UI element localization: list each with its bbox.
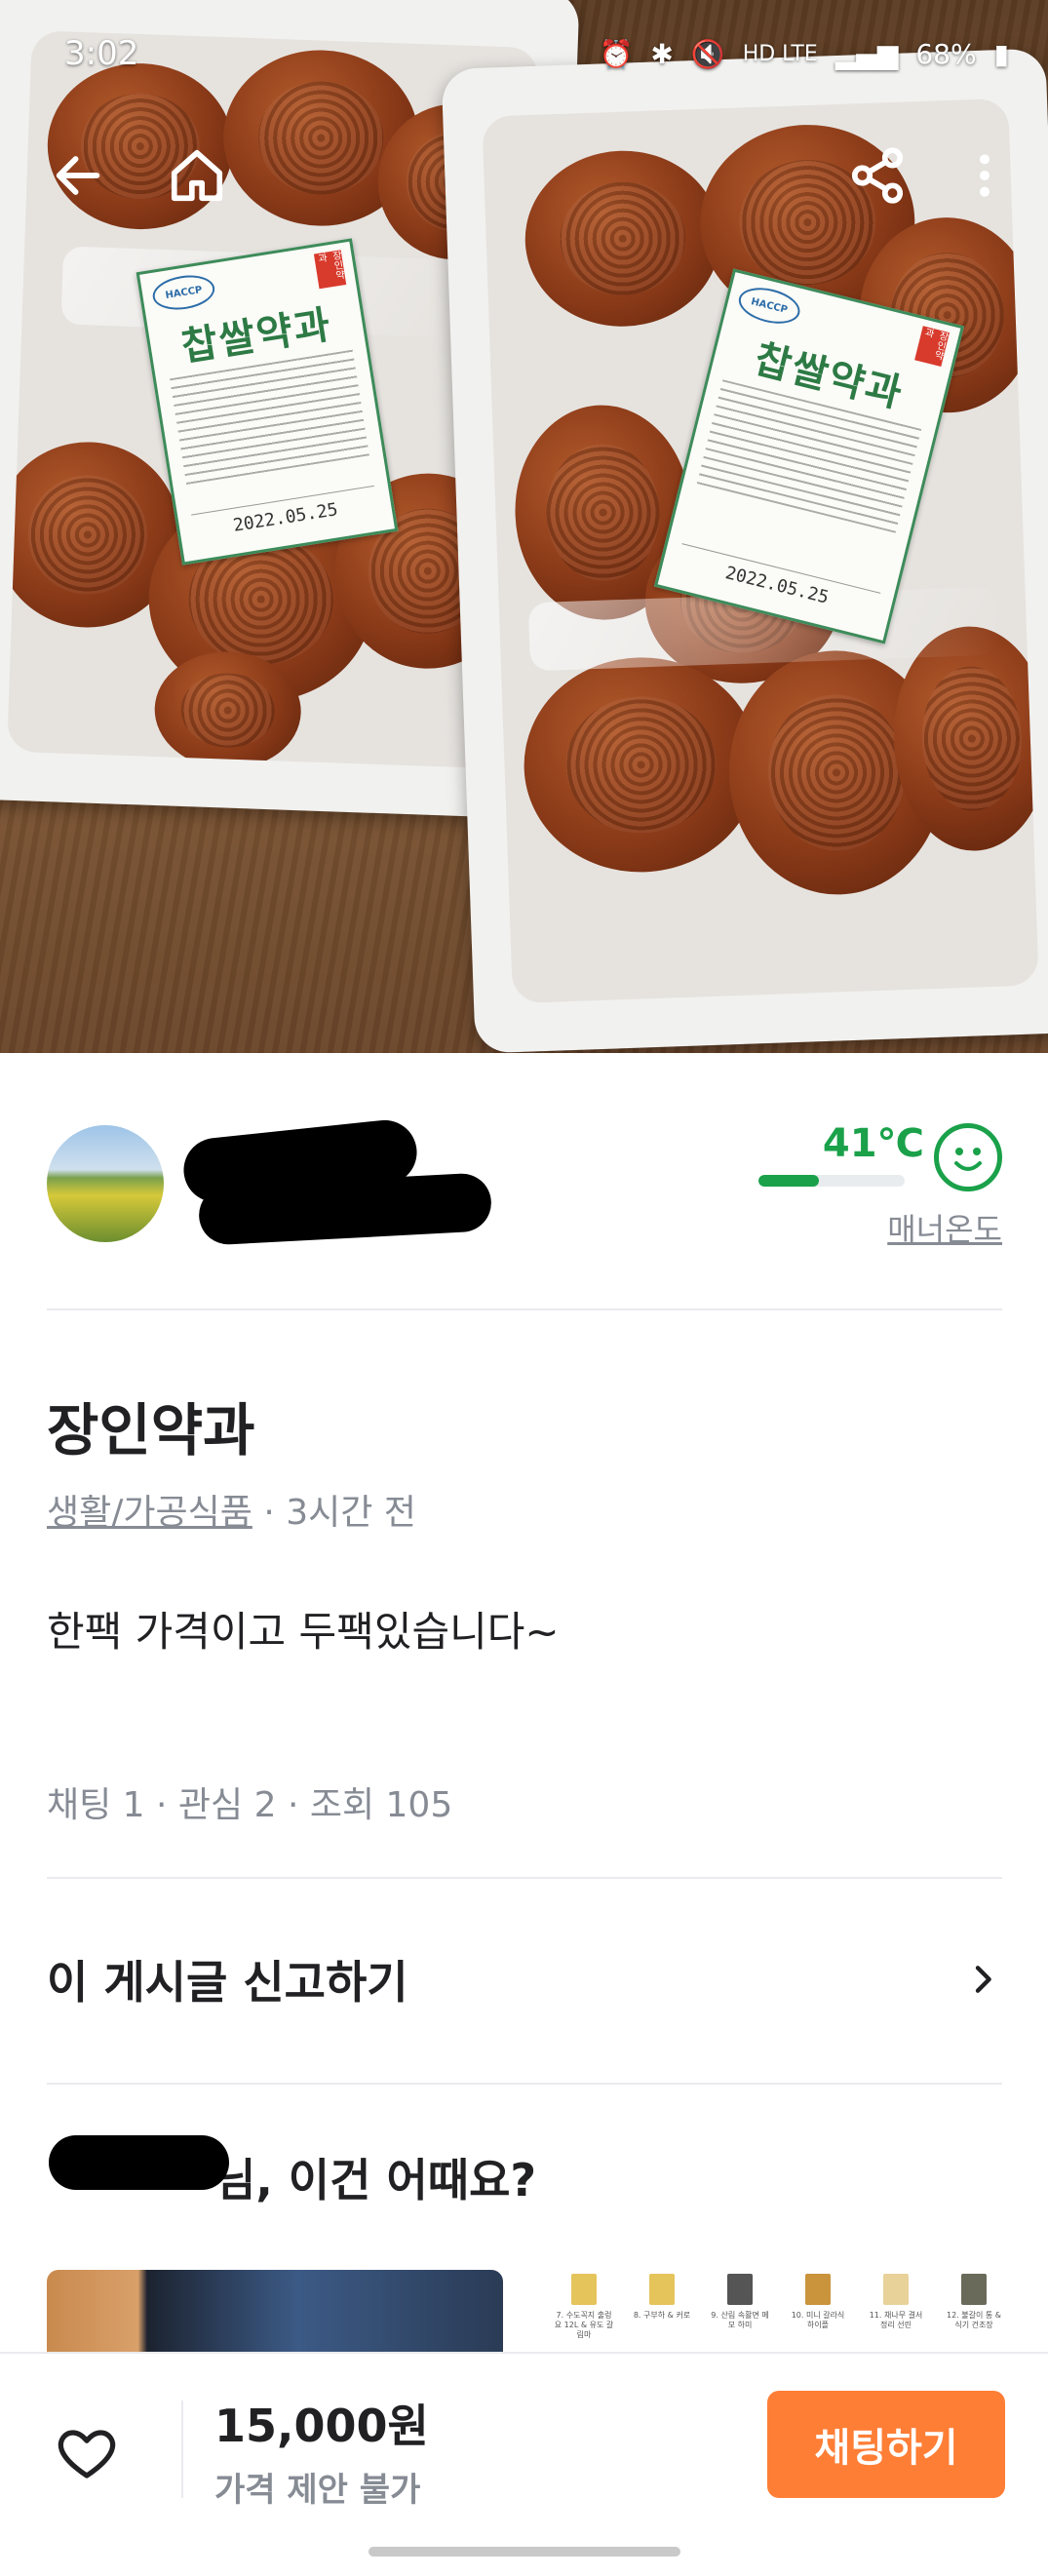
bottom-action-bar: 15,000원 가격 제안 불가 채팅하기 [0, 2352, 1048, 2576]
top-app-bar [0, 127, 1048, 224]
package-label-left: HACCP 장인약과 찹쌀약과 2022.05.25 [136, 238, 399, 566]
divider [47, 1877, 1002, 1879]
folder-icon [571, 2274, 597, 2305]
folder-icon [727, 2274, 753, 2305]
folder-caption: 12. 불갈이 통 & 식기 건조장 [946, 2311, 1002, 2329]
more-button[interactable] [955, 137, 1014, 215]
divider [47, 2083, 1002, 2085]
brand-stamp: 장인약과 [313, 250, 347, 290]
more-vertical-icon [980, 154, 990, 197]
chat-button[interactable]: 채팅하기 [767, 2391, 1005, 2498]
article-stats: 채팅 1 · 관심 2 · 조회 105 [47, 1785, 453, 1825]
chevron-right-icon [975, 1966, 991, 1993]
divider [47, 1308, 1002, 1310]
home-button[interactable] [158, 137, 236, 215]
folder-caption: 8. 구부하 & 커로 [633, 2311, 691, 2320]
status-icons: ⏰ ✱ 🔇 HD LTE ▂▄▆ 68% ▮ [599, 38, 1009, 70]
share-icon [851, 147, 904, 204]
bluetooth-icon: ✱ [650, 37, 674, 70]
seller-profile[interactable]: 41℃ 매너온도 [47, 1116, 1002, 1248]
smile-face-icon [934, 1123, 1002, 1191]
folder-icon [961, 2274, 987, 2305]
article-body: 한팩 가격이고 두팩있습니다~ [47, 1608, 560, 1656]
back-button[interactable] [39, 137, 117, 215]
folder-icon [805, 2274, 831, 2305]
price-negotiation-status: 가격 제안 불가 [214, 2471, 421, 2510]
home-icon [171, 149, 223, 202]
mute-icon: 🔇 [690, 37, 725, 70]
brand-stamp: 장인약과 [914, 326, 950, 367]
status-time: 3:02 [64, 34, 139, 73]
price: 15,000원 [214, 2400, 429, 2452]
avatar[interactable] [47, 1125, 164, 1242]
manner-temperature-value: 41℃ [822, 1121, 924, 1166]
folder-caption: 7. 수도꼭지 출렁 요 12L & 유도 갈림마 [554, 2311, 614, 2339]
page-title: 장인약과 [47, 1397, 255, 1464]
folder-caption: 11. 채나무 결서 정리 선린 [869, 2311, 923, 2329]
manner-temperature-bar-fill [758, 1175, 819, 1187]
haccp-badge: HACCP [150, 271, 217, 314]
heart-icon [58, 2430, 116, 2478]
redacted-username [49, 2135, 229, 2190]
divider [181, 2400, 183, 2498]
report-post-label: 이 게시글 신고하기 [47, 1956, 408, 2009]
back-arrow-icon [56, 156, 100, 195]
recommend-item-image[interactable]: 7. 수도꼭지 출렁 요 12L & 유도 갈림마 8. 구부하 & 커로 9.… [554, 2270, 1022, 2352]
article-meta: 생활/가공식품 · 3시간 전 [47, 1484, 416, 1535]
report-post-row[interactable]: 이 게시글 신고하기 [47, 1940, 1002, 2018]
home-indicator[interactable] [369, 2547, 680, 2556]
like-button[interactable] [55, 2422, 129, 2496]
folder-caption: 10. 미니 갈라식 하이플 [791, 2311, 845, 2329]
category-link[interactable]: 생활/가공식품 [47, 1493, 252, 1533]
recommend-item-image[interactable] [47, 2270, 503, 2352]
status-bar: 3:02 ⏰ ✱ 🔇 HD LTE ▂▄▆ 68% ▮ [0, 0, 1048, 107]
network-label: HD LTE [742, 41, 818, 66]
recommend-list: 7. 수도꼭지 출렁 요 12L & 유도 갈림마 8. 구부하 & 커로 9.… [47, 2270, 1022, 2352]
recommend-heading-text: 님, 이건 어때요? [214, 2154, 537, 2206]
signal-icon: ▂▄▆ [835, 37, 899, 70]
share-button[interactable] [838, 137, 916, 215]
manner-temperature-bar [758, 1175, 905, 1187]
alarm-icon: ⏰ [599, 37, 634, 70]
folder-caption: 9. 산림 속활면 메모 하미 [711, 2311, 769, 2329]
manner-temperature[interactable]: 41℃ 매너온도 [739, 1121, 1002, 1258]
battery-icon: ▮ [993, 37, 1009, 70]
battery-level: 68% [915, 37, 977, 70]
folder-icon [649, 2274, 675, 2305]
folder-icon [883, 2274, 909, 2305]
posted-time: · 3시간 전 [263, 1493, 416, 1533]
manner-temperature-label[interactable]: 매너온도 [887, 1205, 1002, 1250]
